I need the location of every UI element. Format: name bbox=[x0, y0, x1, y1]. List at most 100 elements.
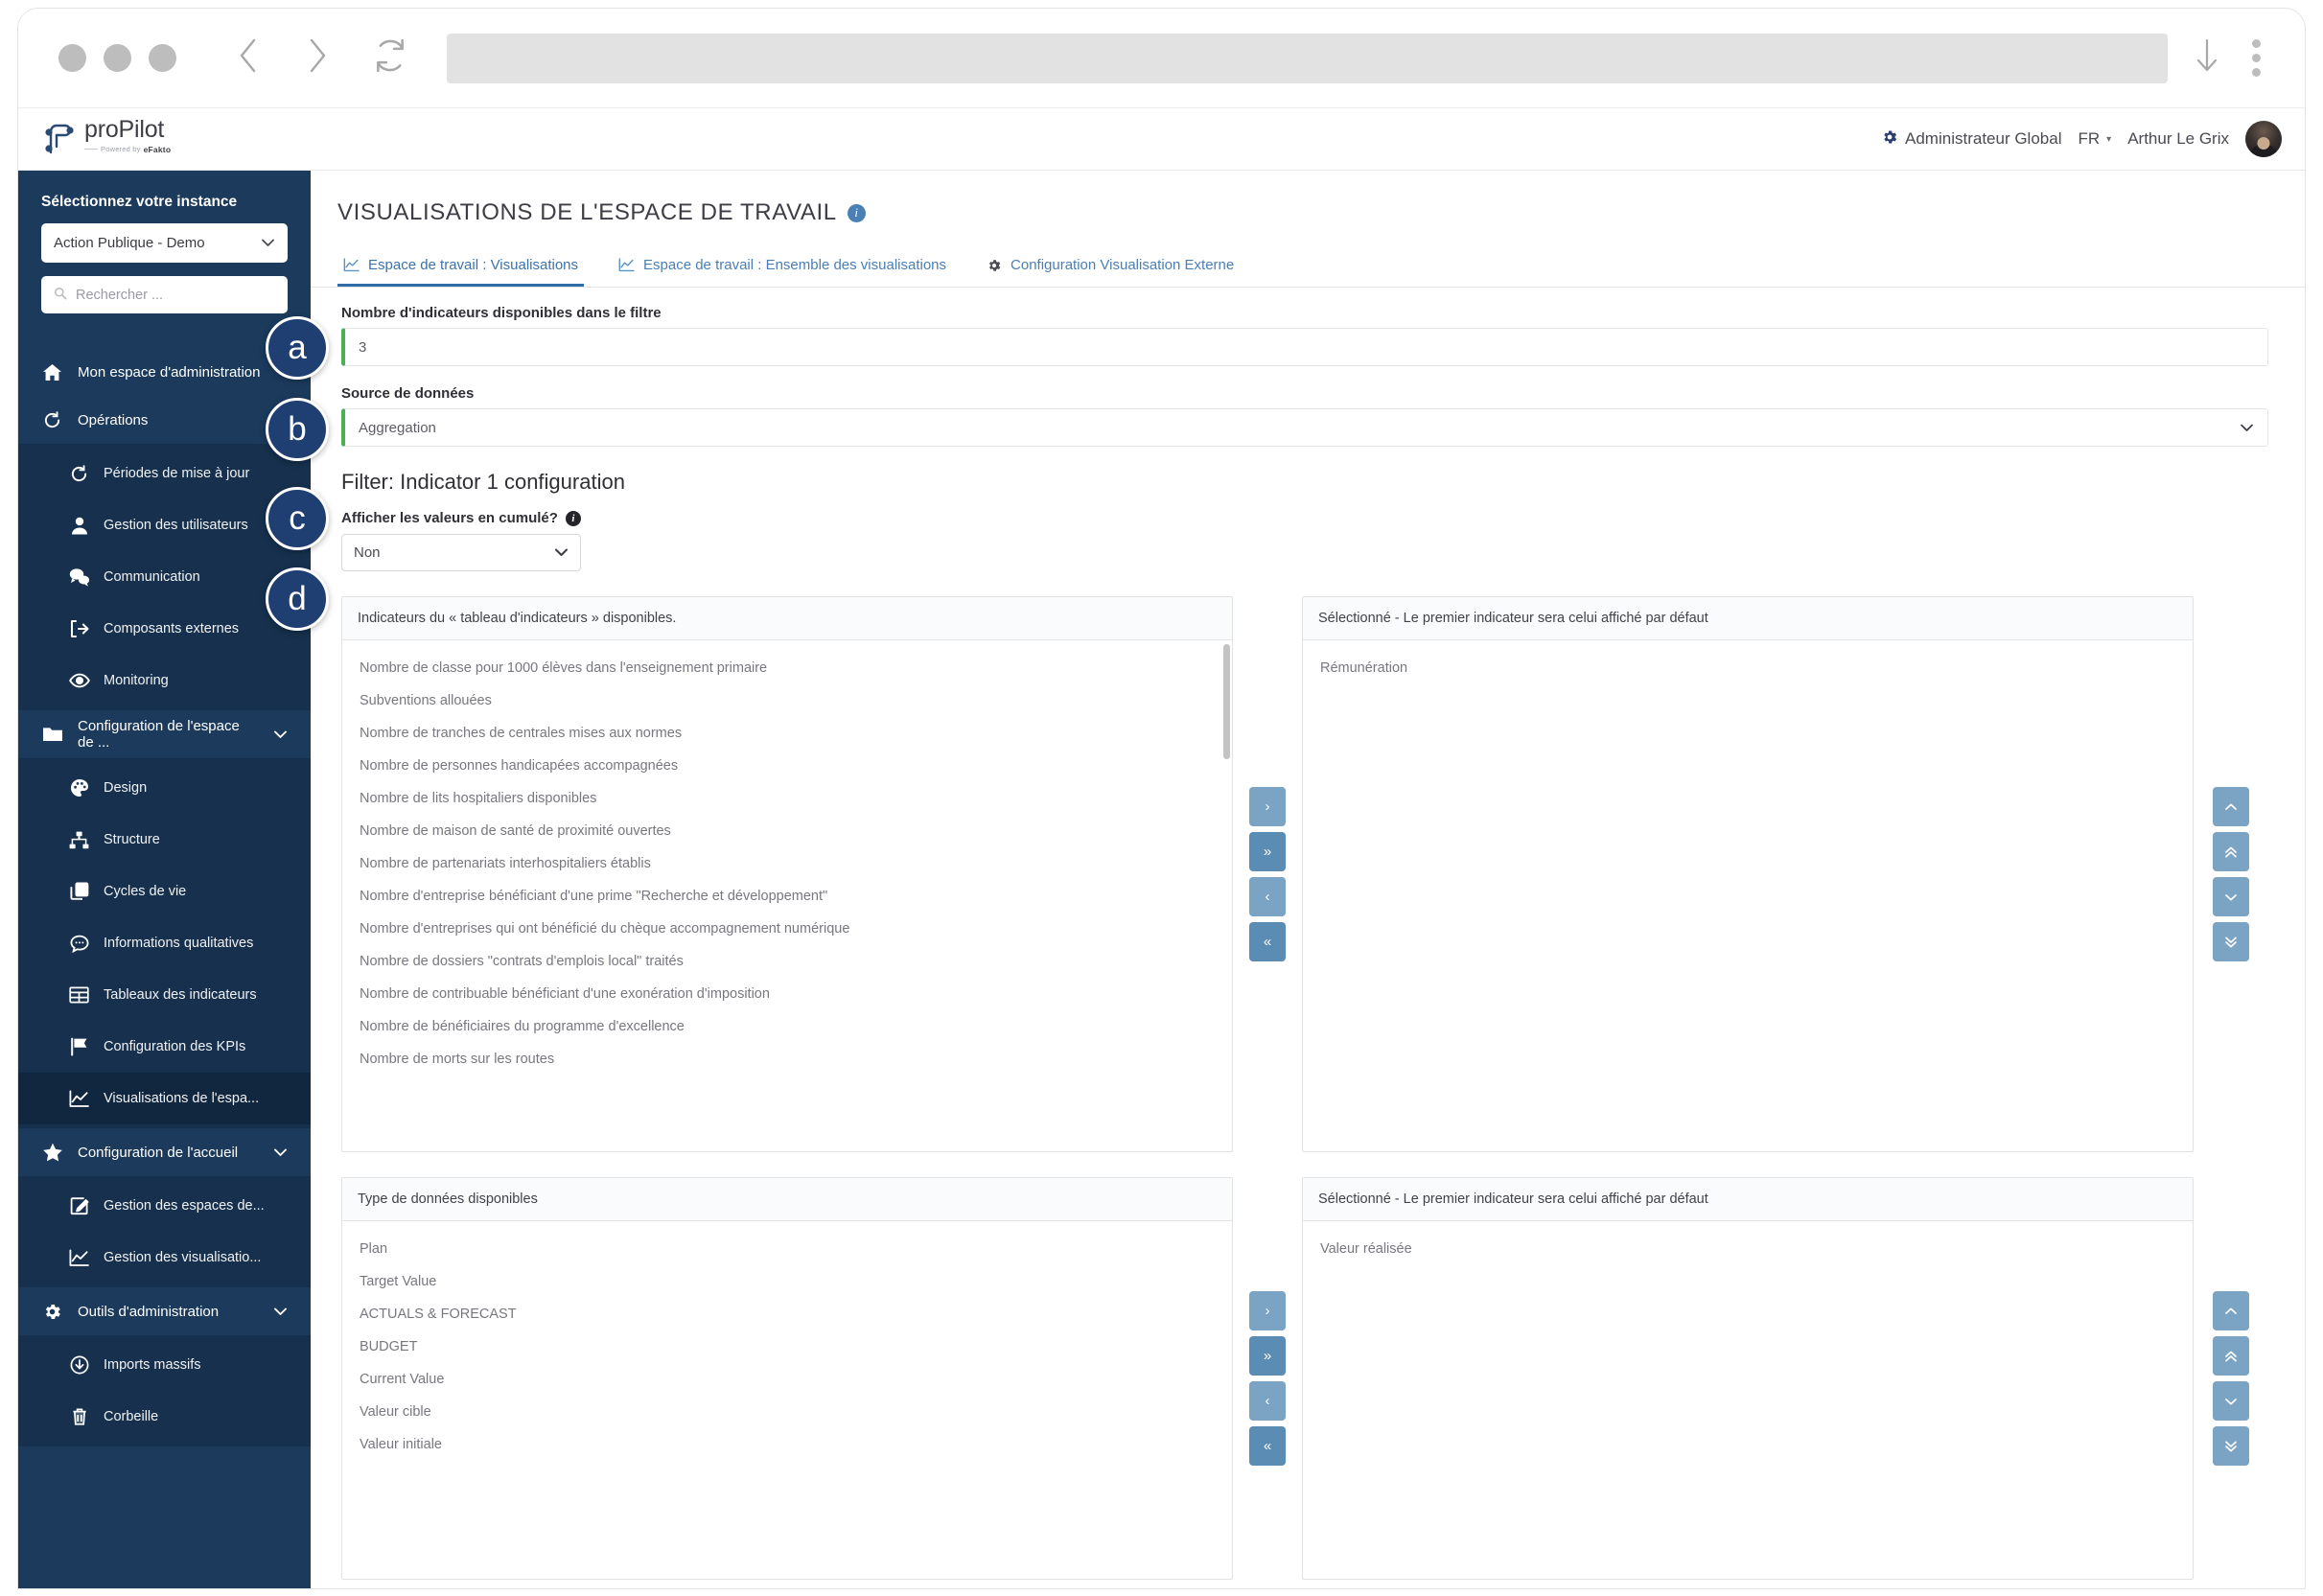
search-input[interactable]: Rechercher ... bbox=[41, 276, 288, 313]
datatype-available-list[interactable]: Plan Target Value ACTUALS & FORECAST BUD… bbox=[342, 1221, 1232, 1579]
count-input[interactable]: 3 bbox=[341, 328, 2268, 366]
sidebar-item-label: Imports massifs bbox=[104, 1357, 201, 1373]
list-item[interactable]: Nombre de contribuable bénéficiant d'une… bbox=[342, 978, 1232, 1010]
minimize-window-dot[interactable] bbox=[104, 44, 131, 72]
sidebar-item-gestion-visualisations[interactable]: Gestion des visualisatio... bbox=[18, 1232, 311, 1284]
indicator-available-col: Indicateurs du « tableau d'indicateurs »… bbox=[341, 596, 1233, 1152]
avatar[interactable] bbox=[2245, 121, 2282, 157]
move-all-left-button[interactable]: « bbox=[1249, 922, 1286, 961]
sidebar-item-tableaux-des-indicateurs[interactable]: Tableaux des indicateurs bbox=[18, 969, 311, 1021]
datatype-available-header: Type de données disponibles bbox=[342, 1178, 1232, 1221]
sidebar-item-periodes-mise-a-jour[interactable]: Périodes de mise à jour bbox=[18, 448, 311, 499]
sidebar-item-label: Monitoring bbox=[104, 673, 169, 688]
info-icon[interactable]: i bbox=[566, 511, 581, 526]
move-bottom-button[interactable] bbox=[2213, 922, 2249, 961]
reload-icon[interactable] bbox=[372, 36, 408, 80]
list-item[interactable]: Nombre de partenariats interhospitaliers… bbox=[342, 847, 1232, 880]
indicator-selected-list[interactable]: Rémunération bbox=[1303, 640, 2193, 1151]
list-item[interactable]: ACTUALS & FORECAST bbox=[342, 1298, 1232, 1330]
instance-select[interactable]: Action Publique - Demo bbox=[41, 223, 288, 263]
list-item[interactable]: Nombre de bénéficiaires du programme d'e… bbox=[342, 1010, 1232, 1043]
maximize-window-dot[interactable] bbox=[149, 44, 176, 72]
kebab-menu-icon[interactable] bbox=[2252, 39, 2261, 77]
move-top-button[interactable] bbox=[2213, 1336, 2249, 1376]
window-controls[interactable] bbox=[58, 44, 176, 72]
sidebar-item-structure[interactable]: Structure bbox=[18, 814, 311, 866]
forward-chevron-icon[interactable] bbox=[303, 34, 332, 82]
vertical-scrollbar[interactable] bbox=[1223, 644, 1230, 759]
info-icon[interactable]: i bbox=[848, 204, 866, 222]
move-down-button[interactable] bbox=[2213, 877, 2249, 916]
source-select[interactable]: Aggregation bbox=[341, 408, 2268, 447]
list-item[interactable]: Nombre de classe pour 1000 élèves dans l… bbox=[342, 652, 1232, 684]
list-item[interactable]: Rémunération bbox=[1303, 652, 2193, 684]
indicator-available-list[interactable]: Nombre de classe pour 1000 élèves dans l… bbox=[342, 640, 1232, 1151]
list-item[interactable]: Nombre de tranches de centrales mises au… bbox=[342, 717, 1232, 750]
sidebar-top: Sélectionnez votre instance Action Publi… bbox=[18, 171, 311, 313]
address-bar[interactable] bbox=[447, 34, 2168, 83]
datatype-order-buttons bbox=[2194, 1177, 2268, 1580]
sidebar-item-gestion-espaces[interactable]: Gestion des espaces de... bbox=[18, 1180, 311, 1232]
list-item[interactable]: Nombre d'entreprise bénéficiant d'une pr… bbox=[342, 880, 1232, 913]
move-right-button[interactable]: › bbox=[1249, 787, 1286, 826]
list-item[interactable]: Nombre de morts sur les routes bbox=[342, 1043, 1232, 1076]
screenshot-root: proPilot Powered by eFakto Administrateu… bbox=[0, 0, 2323, 1596]
tab-ensemble-des-visualisations[interactable]: Espace de travail : Ensemble des visuali… bbox=[613, 251, 952, 287]
list-item[interactable]: Nombre de personnes handicapées accompag… bbox=[342, 750, 1232, 782]
move-left-button[interactable]: ‹ bbox=[1249, 1381, 1286, 1421]
move-top-button[interactable] bbox=[2213, 832, 2249, 871]
tab-espace-travail-visualisations[interactable]: Espace de travail : Visualisations bbox=[337, 251, 584, 287]
list-item[interactable]: Valeur initiale bbox=[342, 1428, 1232, 1461]
user-name[interactable]: Arthur Le Grix bbox=[2127, 129, 2229, 149]
list-item[interactable]: Target Value bbox=[342, 1265, 1232, 1298]
tab-configuration-visualisation-externe[interactable]: Configuration Visualisation Externe bbox=[981, 251, 1240, 287]
sidebar-item-informations-qualitatives[interactable]: Informations qualitatives bbox=[18, 917, 311, 969]
list-item[interactable]: Valeur réalisée bbox=[1303, 1233, 2193, 1265]
move-left-button[interactable]: ‹ bbox=[1249, 877, 1286, 916]
sidebar-item-corbeille[interactable]: Corbeille bbox=[18, 1391, 311, 1443]
sidebar-group-outils-administration[interactable]: Outils d'administration bbox=[18, 1287, 311, 1335]
sidebar: Sélectionnez votre instance Action Publi… bbox=[18, 171, 311, 1589]
chevron-down-icon bbox=[273, 1305, 288, 1319]
list-item[interactable]: Nombre d'entreprises qui ont bénéficié d… bbox=[342, 913, 1232, 945]
propilot-logo[interactable]: proPilot Powered by eFakto bbox=[43, 118, 171, 161]
list-item[interactable]: Nombre de lits hospitaliers disponibles bbox=[342, 782, 1232, 815]
sidebar-item-composants-externes[interactable]: Composants externes bbox=[18, 603, 311, 655]
list-item[interactable]: Current Value bbox=[342, 1363, 1232, 1396]
datatype-selected-list[interactable]: Valeur réalisée bbox=[1303, 1221, 2193, 1579]
datatype-move-buttons: › » ‹ « bbox=[1233, 1177, 1302, 1580]
sidebar-item-monitoring[interactable]: Monitoring bbox=[18, 655, 311, 706]
sidebar-item-visualisations-espace[interactable]: Visualisations de l'espa... bbox=[18, 1073, 311, 1124]
list-item[interactable]: BUDGET bbox=[342, 1330, 1232, 1363]
sidebar-group-config-espace[interactable]: Configuration de l'espace de ... bbox=[18, 710, 311, 758]
sidebar-item-label: Gestion des espaces de... bbox=[104, 1198, 265, 1214]
move-down-button[interactable] bbox=[2213, 1381, 2249, 1421]
sidebar-item-cycles-de-vie[interactable]: Cycles de vie bbox=[18, 866, 311, 917]
move-bottom-button[interactable] bbox=[2213, 1426, 2249, 1466]
list-item[interactable]: Nombre de maison de santé de proximité o… bbox=[342, 815, 1232, 847]
sidebar-item-configuration-des-kpis[interactable]: Configuration des KPIs bbox=[18, 1021, 311, 1073]
move-right-button[interactable]: › bbox=[1249, 1291, 1286, 1330]
sidebar-item-label: Configuration des KPIs bbox=[104, 1039, 245, 1054]
language-selector[interactable]: FR ▾ bbox=[2078, 129, 2111, 149]
sidebar-group-config-accueil[interactable]: Configuration de l'accueil bbox=[18, 1128, 311, 1176]
sidebar-item-label: Composants externes bbox=[104, 621, 239, 636]
download-arrow-icon[interactable] bbox=[2195, 35, 2219, 81]
move-up-button[interactable] bbox=[2213, 1291, 2249, 1330]
list-item[interactable]: Subventions allouées bbox=[342, 684, 1232, 717]
list-item[interactable]: Plan bbox=[342, 1233, 1232, 1265]
move-all-right-button[interactable]: » bbox=[1249, 1336, 1286, 1376]
sidebar-item-imports-massifs[interactable]: Imports massifs bbox=[18, 1339, 311, 1391]
move-up-button[interactable] bbox=[2213, 787, 2249, 826]
cumul-select[interactable]: Non bbox=[341, 534, 581, 571]
sidebar-item-design[interactable]: Design bbox=[18, 762, 311, 814]
list-item[interactable]: Valeur cible bbox=[342, 1396, 1232, 1428]
page-tabs: Espace de travail : Visualisations Espac… bbox=[311, 226, 2305, 288]
move-all-left-button[interactable]: « bbox=[1249, 1426, 1286, 1466]
close-window-dot[interactable] bbox=[58, 44, 86, 72]
move-all-right-button[interactable]: » bbox=[1249, 832, 1286, 871]
role-indicator[interactable]: Administrateur Global bbox=[1881, 128, 2061, 150]
chevron-down-icon bbox=[2240, 420, 2254, 436]
back-chevron-icon[interactable] bbox=[234, 34, 263, 82]
list-item[interactable]: Nombre de dossiers "contrats d'emplois l… bbox=[342, 945, 1232, 978]
